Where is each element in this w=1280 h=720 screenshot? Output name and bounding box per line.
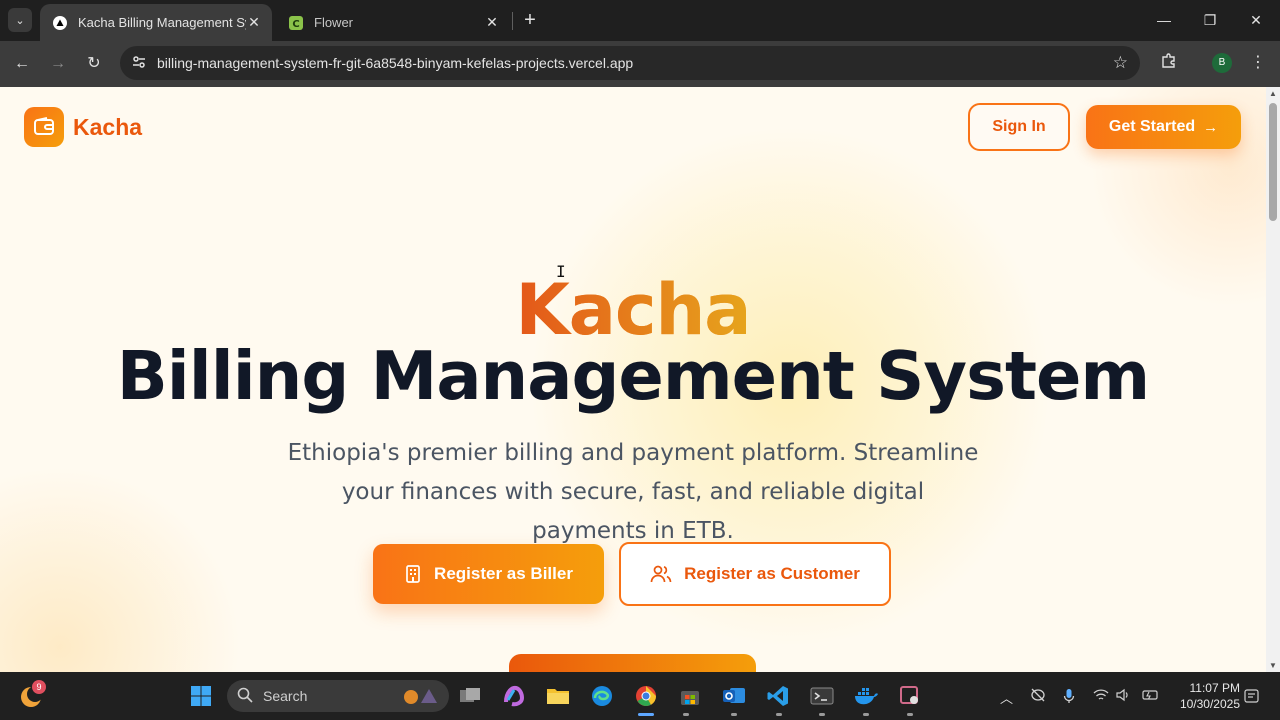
m365-copilot-icon[interactable]: [500, 682, 528, 710]
tab-close-icon[interactable]: ✕: [246, 14, 262, 31]
hero-title: Billing Management System: [116, 337, 1151, 415]
tab-kacha[interactable]: Kacha Billing Management System ✕: [40, 4, 272, 41]
page-viewport: Kacha Sign In Get Started → I Kacha Bill…: [0, 87, 1266, 672]
site-info-icon[interactable]: [130, 54, 148, 72]
sign-in-button[interactable]: Sign In: [968, 103, 1070, 151]
docker-icon[interactable]: [852, 682, 880, 710]
logo-text: Kacha: [73, 113, 143, 140]
taskbar-active-indicator: [638, 713, 654, 716]
vscode-icon[interactable]: [764, 682, 792, 710]
page-scrollbar[interactable]: ▲ ▼: [1266, 87, 1280, 672]
back-arrow-icon[interactable]: ←: [10, 52, 34, 76]
task-view-icon[interactable]: [456, 682, 484, 710]
tab-title: Flower: [314, 15, 354, 30]
microsoft-store-icon[interactable]: [676, 682, 704, 710]
search-label: Search: [263, 688, 308, 704]
register-customer-label: Register as Customer: [684, 564, 860, 583]
address-bar[interactable]: billing-management-system-fr-git-6a8548-…: [120, 46, 1140, 80]
clock-date: 10/30/2025: [1179, 697, 1240, 711]
profile-avatar[interactable]: B: [1212, 53, 1232, 73]
register-customer-button[interactable]: Register as Customer: [619, 542, 891, 606]
tab-search-button[interactable]: ⌄: [8, 8, 32, 32]
taskbar-running-indicator: [907, 713, 913, 716]
taskbar-clock[interactable]: 11:07 PM 10/30/2025: [1172, 680, 1240, 712]
search-icon: [237, 687, 253, 706]
get-started-button[interactable]: Get Started →: [1086, 105, 1241, 149]
reload-icon[interactable]: ↻: [82, 52, 106, 76]
tab-separator: [512, 12, 513, 30]
clock-time: 11:07 PM: [1189, 681, 1240, 695]
weather-notification-badge: 9: [32, 680, 46, 694]
taskbar-running-indicator: [863, 713, 869, 716]
flower-favicon-icon: C: [288, 15, 304, 31]
partial-cta-button[interactable]: [509, 654, 756, 672]
terminal-icon[interactable]: [808, 682, 836, 710]
tray-overflow-chevron-icon[interactable]: ︿: [1000, 688, 1013, 707]
tab-close-icon[interactable]: ✕: [484, 14, 500, 31]
restore-icon[interactable]: ❐: [1200, 10, 1220, 30]
search-highlight-icon: [401, 685, 441, 708]
tray-hidden-icon[interactable]: [1030, 688, 1046, 705]
arrow-right-icon: →: [1203, 118, 1219, 136]
microphone-icon[interactable]: [1063, 688, 1075, 707]
get-started-label: Get Started: [1108, 118, 1196, 135]
edge-browser-icon[interactable]: [588, 682, 616, 710]
more-menu-icon[interactable]: ⋮: [1248, 51, 1268, 75]
browser-tab-bar: ⌄ Kacha Billing Management System ✕ C Fl…: [0, 0, 1280, 41]
wifi-icon[interactable]: [1093, 688, 1109, 705]
chevron-down-icon: ⌄: [15, 14, 25, 27]
minimize-icon[interactable]: —: [1154, 10, 1174, 30]
scroll-thumb[interactable]: [1269, 103, 1277, 221]
taskbar-running-indicator: [731, 713, 737, 716]
windows-taskbar: Search ︿: [0, 672, 1280, 720]
battery-icon[interactable]: [1140, 688, 1160, 705]
building-icon: [404, 564, 422, 584]
window-close-icon[interactable]: ✕: [1246, 10, 1266, 30]
wallet-icon: [24, 107, 64, 147]
hero-subtitle: Ethiopia's premier billing and payment p…: [287, 440, 979, 544]
url-text: billing-management-system-fr-git-6a8548-…: [157, 55, 634, 71]
taskbar-running-indicator: [776, 713, 782, 716]
svg-text:C: C: [292, 19, 299, 30]
forward-arrow-icon[interactable]: →: [46, 52, 70, 76]
windows-start-icon[interactable]: [187, 682, 215, 710]
new-tab-plus-icon[interactable]: +: [520, 10, 540, 30]
snipping-tool-icon[interactable]: [896, 682, 924, 710]
scroll-up-arrow-icon[interactable]: ▲: [1269, 89, 1277, 98]
tab-title: Kacha Billing Management System: [78, 15, 246, 30]
tab-flower[interactable]: C Flower ✕: [276, 4, 510, 41]
register-biller-button[interactable]: Register as Biller: [373, 544, 604, 604]
taskbar-search[interactable]: Search: [227, 680, 449, 712]
register-biller-label: Register as Biller: [434, 564, 573, 583]
kacha-logo[interactable]: Kacha: [24, 107, 142, 147]
file-explorer-icon[interactable]: [544, 682, 572, 710]
taskbar-running-indicator: [819, 713, 825, 716]
taskbar-running-indicator: [683, 713, 689, 716]
outlook-icon[interactable]: [720, 682, 748, 710]
vercel-triangle-icon: [52, 15, 68, 31]
browser-toolbar: ← → ↻ billing-management-system-fr-git-6…: [0, 41, 1280, 87]
scroll-down-arrow-icon[interactable]: ▼: [1269, 661, 1277, 670]
volume-icon[interactable]: [1116, 688, 1130, 705]
bookmark-star-icon[interactable]: ☆: [1113, 53, 1128, 73]
extensions-puzzle-icon[interactable]: [1158, 52, 1180, 74]
users-icon: [650, 564, 672, 584]
notification-icon[interactable]: [1244, 688, 1260, 707]
chrome-browser-icon[interactable]: [632, 682, 660, 710]
